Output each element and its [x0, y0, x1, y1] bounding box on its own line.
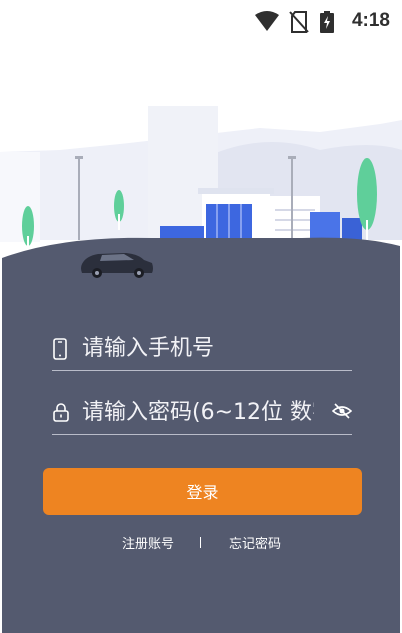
login-screen: 4:18 请输入手机号 请输入密码(6~12位 数字 登录 注册账号 忘记密码: [0, 0, 402, 633]
battery-charging-icon: [320, 11, 334, 33]
eye-off-icon[interactable]: [332, 402, 352, 420]
login-button[interactable]: 登录: [43, 468, 362, 515]
forgot-password-link[interactable]: 忘记密码: [229, 533, 281, 552]
auth-links: 注册账号 忘记密码: [0, 533, 402, 553]
phone-icon: [53, 338, 67, 360]
no-sim-icon: [289, 11, 309, 33]
lock-icon: [53, 403, 69, 422]
phone-field: [52, 326, 352, 371]
password-field: [52, 390, 352, 435]
link-divider: [200, 537, 201, 548]
register-link[interactable]: 注册账号: [122, 533, 174, 552]
status-time: 4:18: [351, 10, 390, 31]
phone-input[interactable]: [80, 330, 346, 368]
status-bar: 4:18: [0, 0, 402, 44]
password-input[interactable]: [80, 394, 316, 432]
wifi-icon: [255, 11, 279, 31]
